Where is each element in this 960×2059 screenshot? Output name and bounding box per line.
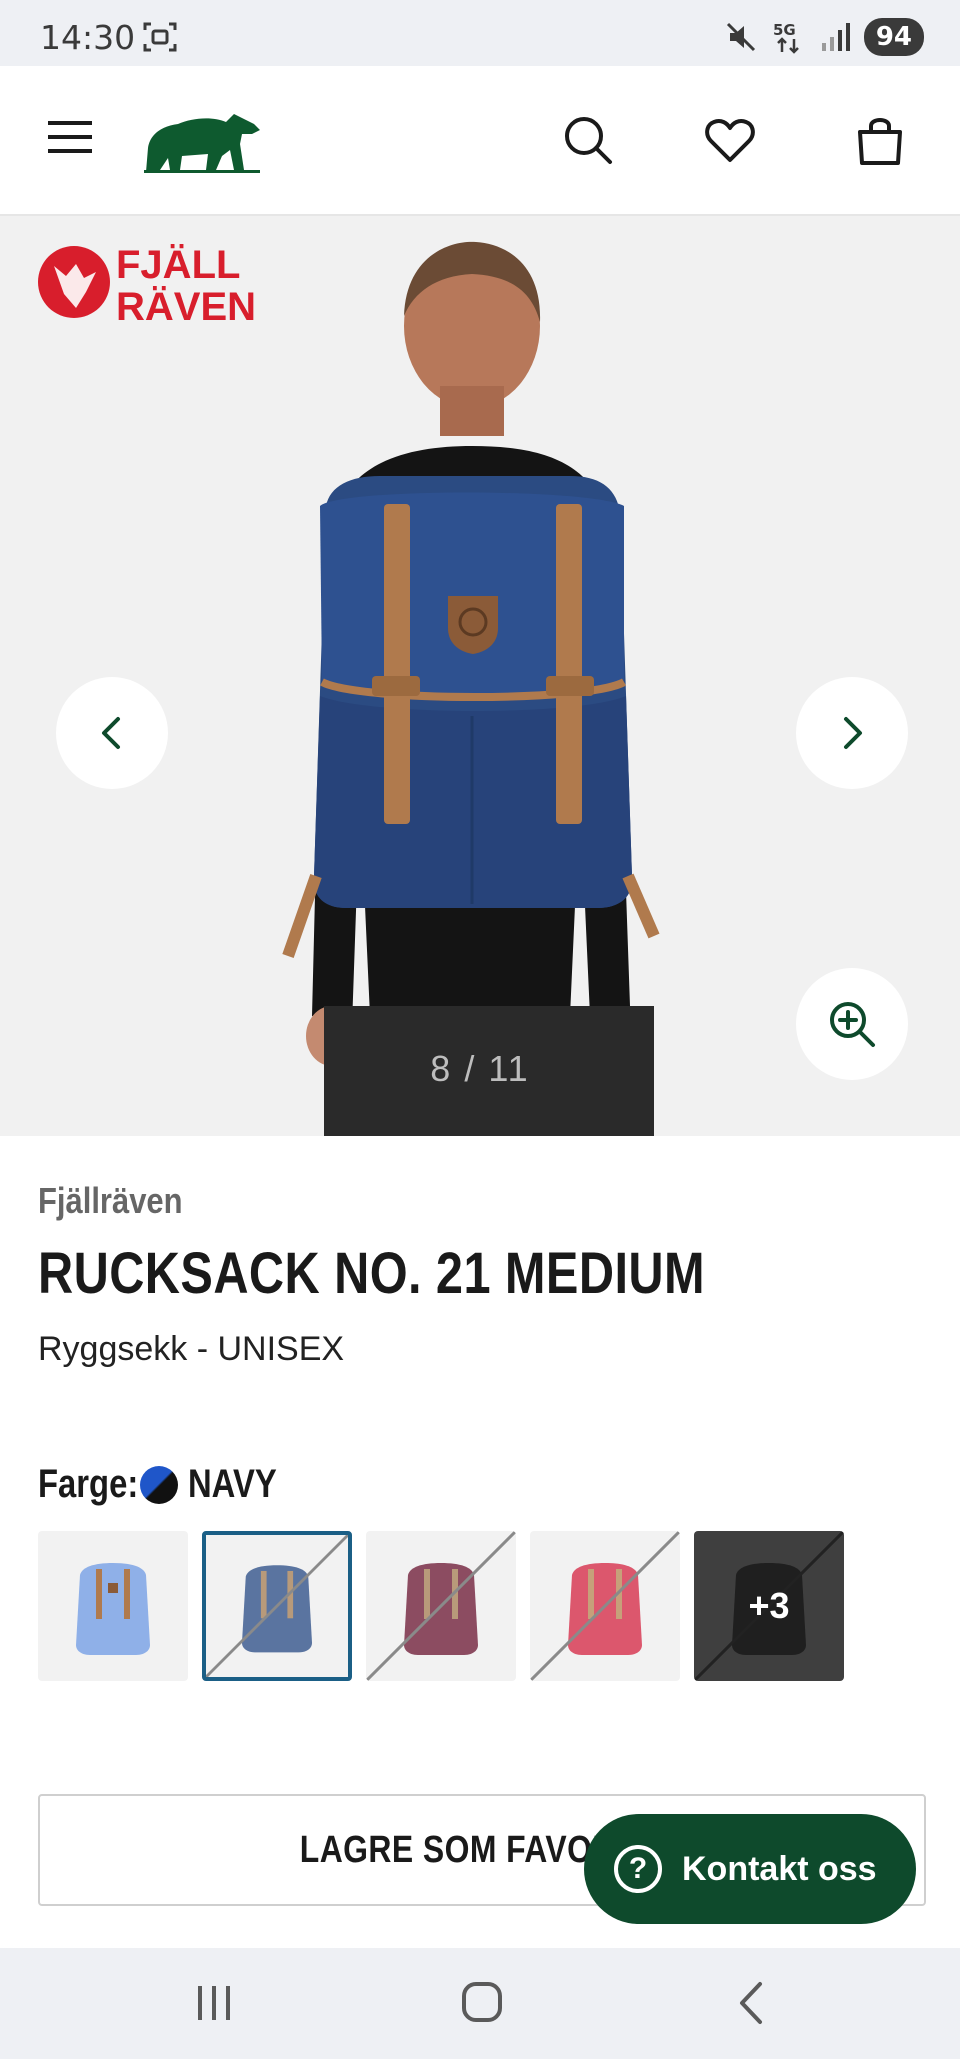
product-gallery[interactable]: FJÄLL RÄVEN 8 / 11 <box>0 216 960 1136</box>
zoom-in-icon <box>830 1002 875 1047</box>
gallery-prev-button[interactable] <box>56 677 168 789</box>
color-swatches: +3 <box>38 1531 844 1681</box>
product-brand[interactable]: Fjällräven <box>38 1180 183 1222</box>
svg-text:RÄVEN: RÄVEN <box>116 285 256 326</box>
5g-icon: 5G <box>773 21 799 54</box>
bear-logo[interactable] <box>142 104 262 176</box>
swatch-backpack-image <box>76 1563 150 1655</box>
more-colors-swatch[interactable]: +3 <box>694 1531 844 1681</box>
system-navigation-bar <box>0 1948 960 2059</box>
status-bar: 14:30 5G 94 <box>0 0 960 66</box>
product-image <box>282 241 660 1136</box>
chevron-right-icon <box>844 717 862 749</box>
color-swatch[interactable] <box>366 1531 516 1681</box>
more-colors-label: +3 <box>748 1585 790 1626</box>
contact-us-button[interactable]: ? Kontakt oss <box>584 1814 916 1924</box>
mute-icon <box>726 22 755 52</box>
svg-text:FJÄLL: FJÄLL <box>116 243 240 287</box>
swatch-backpack-image <box>206 1535 348 1677</box>
status-time: 14:30 <box>40 18 136 57</box>
search-icon[interactable] <box>562 114 614 166</box>
back-icon[interactable] <box>722 1978 782 2028</box>
color-selector-header: Farge: NAVY <box>38 1462 296 1507</box>
gallery-next-button[interactable] <box>796 677 908 789</box>
menu-icon[interactable] <box>48 120 94 154</box>
gallery-counter: 8 / 11 <box>430 1048 530 1089</box>
color-swatch-selected[interactable] <box>202 1531 352 1681</box>
color-swatch[interactable] <box>530 1531 680 1681</box>
recent-apps-icon[interactable] <box>184 1978 244 2028</box>
question-icon: ? <box>614 1845 662 1893</box>
color-value: NAVY <box>188 1462 277 1506</box>
swatch-backpack-image <box>366 1531 516 1681</box>
product-title: RUCKSACK NO. 21 MEDIUM <box>38 1241 706 1306</box>
chevron-left-icon <box>102 717 120 749</box>
contact-us-label: Kontakt oss <box>682 1849 877 1888</box>
screenshot-icon <box>143 22 177 52</box>
swatch-backpack-image <box>530 1531 680 1681</box>
network-label: 5G <box>773 21 796 39</box>
bag-icon[interactable] <box>854 114 906 166</box>
color-swatch[interactable] <box>38 1531 188 1681</box>
home-icon[interactable] <box>452 1978 512 2028</box>
site-header <box>0 66 960 216</box>
fjallraven-logo: FJÄLL RÄVEN <box>38 243 256 326</box>
status-right: 5G 94 <box>724 18 924 56</box>
product-subtitle: Ryggsekk - UNISEX <box>38 1330 345 1368</box>
battery-indicator: 94 <box>863 18 924 56</box>
heart-icon[interactable] <box>704 114 756 166</box>
signal-icon <box>821 23 850 51</box>
color-dot-icon <box>140 1465 178 1504</box>
color-label: Farge: <box>38 1462 139 1506</box>
